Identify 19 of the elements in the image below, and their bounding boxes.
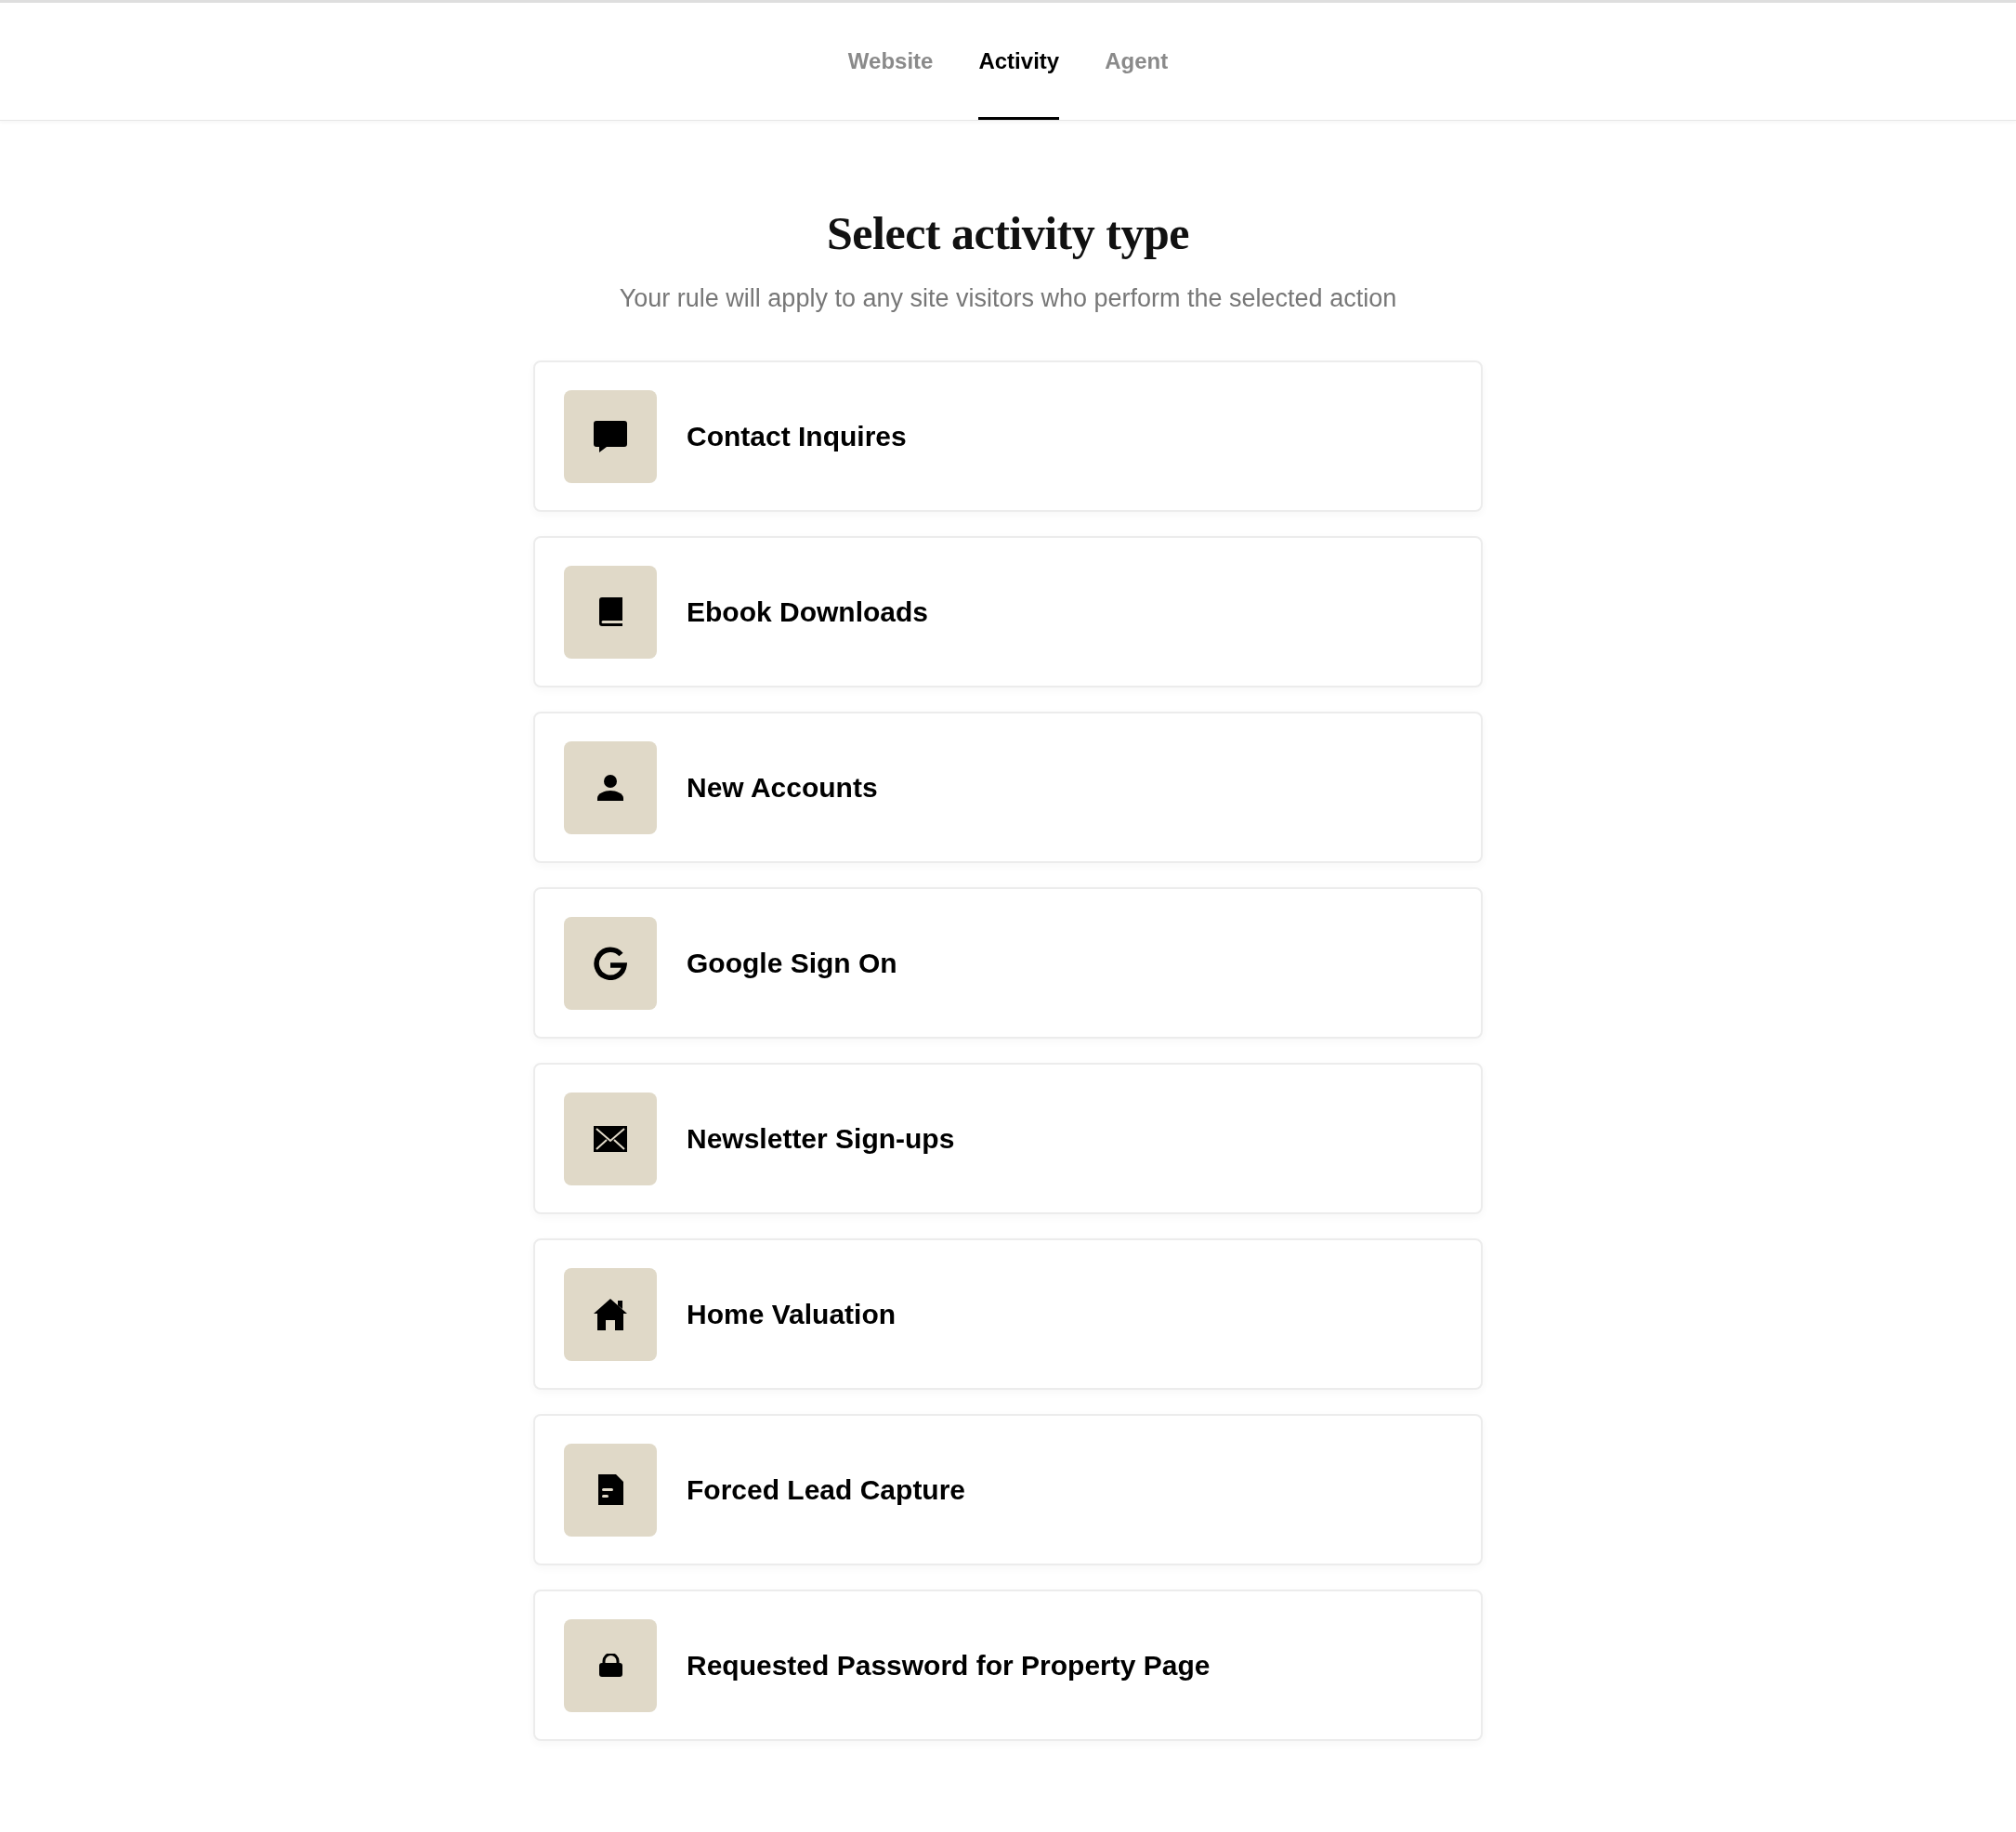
activity-option[interactable]: Home Valuation bbox=[533, 1238, 1483, 1390]
person-icon bbox=[597, 774, 623, 801]
activity-option[interactable]: Ebook Downloads bbox=[533, 536, 1483, 687]
g-icon bbox=[594, 946, 627, 980]
chat-bubble-icon bbox=[594, 420, 627, 452]
activity-option[interactable]: New Accounts bbox=[533, 712, 1483, 863]
document-icon bbox=[597, 1474, 623, 1505]
house-icon bbox=[594, 1298, 627, 1330]
activity-option[interactable]: Google Sign On bbox=[533, 887, 1483, 1039]
activity-option[interactable]: Requested Password for Property Page bbox=[533, 1590, 1483, 1741]
activity-option[interactable]: Contact Inquires bbox=[533, 360, 1483, 512]
tab[interactable]: Activity bbox=[978, 3, 1060, 120]
activity-option[interactable]: Forced Lead Capture bbox=[533, 1414, 1483, 1565]
activity-option[interactable]: Newsletter Sign-ups bbox=[533, 1063, 1483, 1214]
envelope-icon bbox=[594, 1125, 627, 1152]
page-subtitle: Your rule will apply to any site visitors who perform the selected action bbox=[619, 283, 1397, 314]
book-icon bbox=[598, 597, 622, 626]
page-title: Select activity type bbox=[827, 206, 1189, 261]
lock-icon bbox=[598, 1654, 622, 1677]
